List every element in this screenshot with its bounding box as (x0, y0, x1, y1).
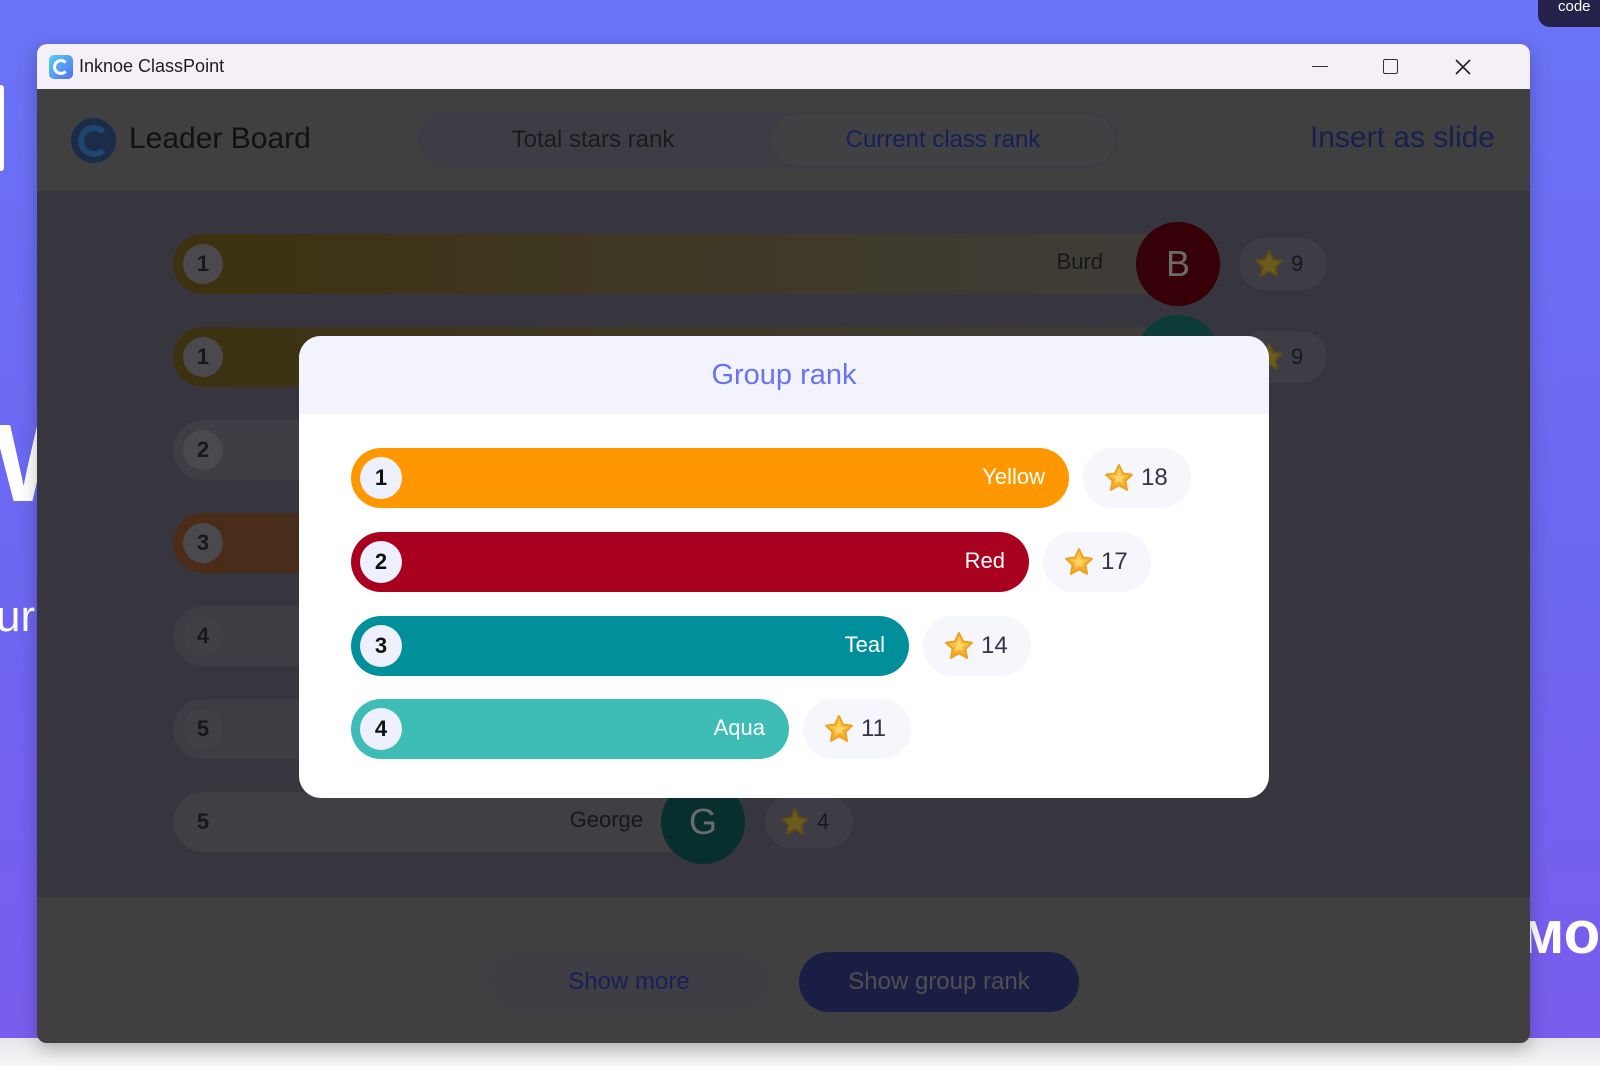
window-title: Inknoe ClassPoint (79, 56, 225, 76)
rank-number: 4 (183, 616, 223, 656)
show-more-button[interactable]: Show more (489, 953, 769, 1011)
group-star-count: 17 (1043, 532, 1151, 592)
group-star-count: 14 (923, 616, 1031, 676)
star-icon (781, 808, 809, 835)
title-bar: Inknoe ClassPoint (37, 44, 1530, 89)
background-window-edge (0, 85, 4, 171)
group-rank-number: 3 (360, 625, 402, 667)
student-name: Burd (1056, 249, 1103, 274)
group-star-count: 11 (803, 699, 911, 759)
dialog-title: Group rank (711, 358, 857, 391)
group-star-value: 11 (861, 715, 886, 742)
group-bar: 1 Yellow (351, 448, 1069, 508)
rank-number: 2 (183, 430, 223, 470)
group-name: Yellow (982, 464, 1045, 489)
star-value: 9 (1291, 344, 1304, 369)
maximize-button[interactable] (1367, 44, 1413, 89)
insert-as-slide-button[interactable]: Insert as slide (1310, 121, 1495, 155)
student-name: George (569, 807, 643, 832)
group-star-value: 18 (1141, 464, 1168, 491)
minimize-button[interactable] (1297, 44, 1343, 89)
star-icon (945, 632, 973, 659)
rank-number: 1 (183, 337, 223, 377)
star-count: 4 (765, 796, 853, 848)
background-text: ur (0, 592, 36, 641)
rank-number: 3 (183, 523, 223, 563)
close-button[interactable] (1440, 44, 1486, 89)
rank-number: 5 (183, 802, 223, 842)
rank-number: 5 (183, 709, 223, 749)
star-value: 9 (1291, 251, 1304, 276)
group-star-value: 17 (1101, 548, 1128, 575)
rank-number: 1 (183, 244, 223, 284)
minimize-icon (1312, 65, 1328, 68)
dialog-header: Group rank (299, 336, 1269, 414)
star-icon (1105, 464, 1133, 491)
group-rank-dialog: Group rank 1 Yellow 18 2 Red 17 3 Teal 14 4 Aqua 11 (299, 336, 1269, 798)
footer-bar: Show more Show group rank (37, 897, 1530, 1043)
show-group-rank-button[interactable]: Show group rank (799, 952, 1079, 1012)
group-name: Aqua (713, 715, 765, 740)
group-rank-number: 1 (360, 457, 402, 499)
classpoint-app-icon (49, 54, 73, 79)
star-icon (825, 715, 853, 742)
tab-total-stars-rank[interactable]: Total stars rank (418, 111, 768, 169)
maximize-icon (1382, 59, 1398, 74)
group-name: Red (964, 548, 1005, 573)
group-star-count: 18 (1083, 448, 1191, 508)
star-icon (1255, 250, 1283, 277)
group-bar: 2 Red (351, 532, 1029, 592)
star-value: 4 (817, 809, 830, 834)
group-rank-number: 4 (360, 708, 402, 750)
leaderboard-header: Leader Board Total stars rank Current cl… (37, 89, 1530, 191)
star-icon (1065, 548, 1093, 575)
group-name: Teal (844, 632, 885, 657)
group-bar: 4 Aqua (351, 699, 789, 759)
background-text: мо (1520, 899, 1600, 966)
group-rank-number: 2 (360, 541, 402, 583)
star-count: 9 (1239, 238, 1327, 290)
group-bar: 3 Teal (351, 616, 909, 676)
avatar: B (1136, 222, 1220, 306)
close-icon (1455, 58, 1471, 75)
classpoint-window: Inknoe ClassPoint Leader Board Total sta… (37, 44, 1530, 1043)
tab-current-class-rank[interactable]: Current class rank (770, 113, 1116, 167)
classpoint-logo-icon (71, 118, 116, 163)
page-title: Leader Board (129, 122, 311, 155)
code-badge[interactable]: code (1538, 0, 1600, 27)
group-star-value: 14 (981, 632, 1008, 659)
rank-tabs: Total stars rank Current class rank (418, 111, 1118, 169)
